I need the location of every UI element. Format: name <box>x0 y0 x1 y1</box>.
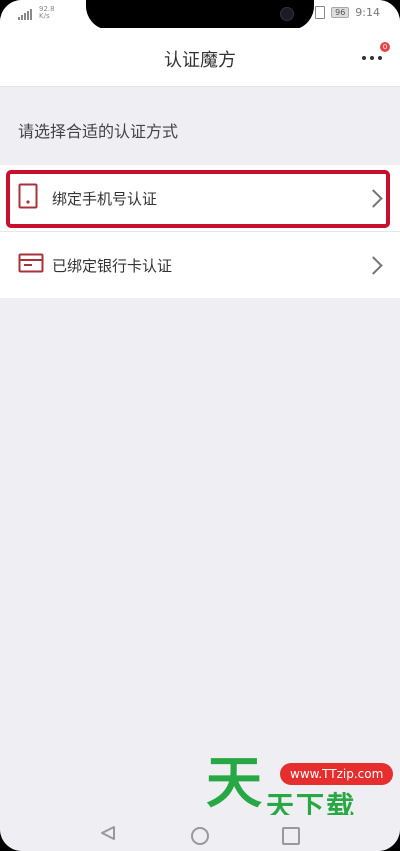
app-screen: 92.8 K/s 96 9:14 认证魔方 0 请选择合适的认证方式 绑定手机号… <box>0 0 400 851</box>
list-item-label: 绑定手机号认证 <box>52 189 158 208</box>
watermark-url: www.TTzip.com <box>280 763 394 785</box>
chevron-right-icon <box>364 188 383 208</box>
status-time: 9:14 <box>355 6 380 19</box>
list-item-bank-card-auth[interactable]: 已绑定银行卡认证 <box>0 231 400 298</box>
network-speed: 92.8 K/s <box>39 5 55 20</box>
recent-apps-icon[interactable] <box>282 827 300 845</box>
status-left: 92.8 K/s <box>18 6 55 20</box>
system-nav-bar <box>0 815 400 851</box>
signal-icon <box>18 8 32 20</box>
section-title: 请选择合适的认证方式 <box>18 122 179 141</box>
home-icon[interactable] <box>191 827 209 845</box>
front-camera <box>280 7 294 21</box>
vibrate-icon <box>315 6 326 19</box>
nav-bar: 认证魔方 0 <box>0 28 400 87</box>
more-dots-icon <box>362 56 382 60</box>
list-item-label: 已绑定银行卡认证 <box>52 256 173 275</box>
list-item-phone-auth[interactable]: 绑定手机号认证 <box>0 165 400 231</box>
phone-icon <box>18 183 38 213</box>
more-button[interactable]: 0 <box>362 42 390 68</box>
notification-badge: 0 <box>380 42 390 52</box>
display-notch <box>86 0 314 30</box>
bank-card-icon <box>18 253 44 277</box>
back-icon[interactable] <box>100 825 116 845</box>
auth-method-list: 绑定手机号认证 已绑定银行卡认证 <box>0 165 400 298</box>
status-right: 96 9:14 <box>315 6 380 19</box>
battery-indicator: 96 <box>331 7 350 18</box>
chevron-right-icon <box>364 255 383 275</box>
watermark-big-char: 天 <box>206 751 262 816</box>
page-title: 认证魔方 <box>164 50 236 71</box>
